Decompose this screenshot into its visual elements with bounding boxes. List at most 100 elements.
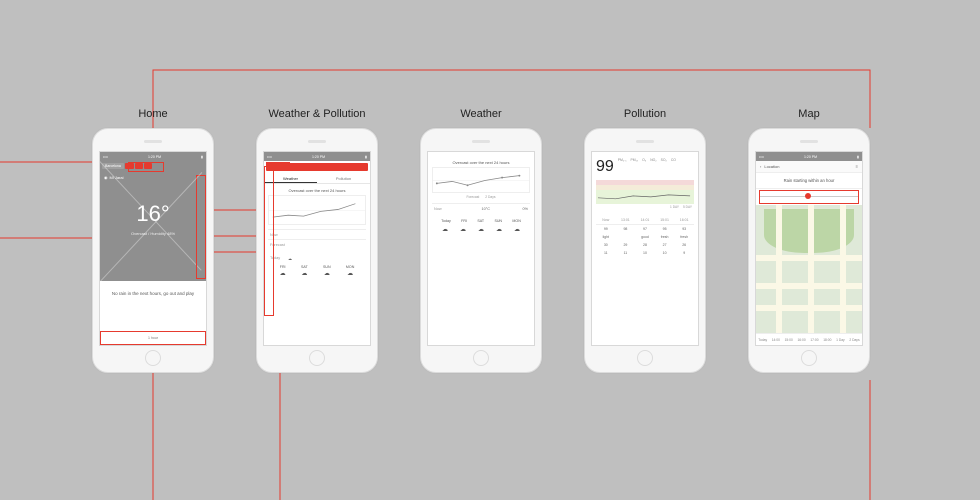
weather-rows: Now 10°C 0% bbox=[432, 203, 530, 213]
map-road bbox=[776, 205, 782, 333]
day-fri[interactable]: FRI☁ bbox=[280, 265, 286, 278]
location-label: Mi Jarai bbox=[110, 175, 124, 180]
wp-chart[interactable] bbox=[268, 195, 366, 225]
phone-home-button[interactable] bbox=[801, 350, 817, 366]
cell: fresh bbox=[674, 233, 694, 241]
screen-title-wp: Weather & Pollution bbox=[268, 108, 365, 120]
th-now: Now bbox=[596, 216, 616, 224]
icon-today: ☁ bbox=[442, 226, 448, 234]
status-time: 1:20 PM bbox=[148, 155, 161, 159]
location-pill[interactable]: ◉ Mi Jarai bbox=[104, 175, 124, 180]
home-hero[interactable]: Barcelona ◉ Mi Jarai 16° Overcast / Humi… bbox=[100, 161, 206, 281]
time-tick[interactable]: Today bbox=[758, 338, 767, 342]
weather-dayicons: ☁ ☁ ☁ ☁ ☁ bbox=[436, 226, 526, 234]
day-mon[interactable]: MON☁ bbox=[346, 265, 354, 278]
home-footer[interactable]: 1 hour bbox=[100, 331, 206, 345]
screen-title-home: Home bbox=[138, 108, 167, 120]
pollution-table-header: Now 13:01 14:01 15:01 16:01 bbox=[596, 216, 694, 225]
weather-chart[interactable] bbox=[432, 167, 530, 193]
time-tick[interactable]: 18:00 bbox=[823, 338, 831, 342]
map-road bbox=[840, 205, 846, 333]
seg-2[interactable] bbox=[135, 163, 143, 169]
cell: 97 bbox=[635, 225, 655, 233]
weather-dayhdr: Today FRI SAT SUN MON bbox=[436, 219, 526, 224]
day-sat[interactable]: SAT bbox=[477, 219, 484, 224]
cloud-icon: ☁ bbox=[280, 270, 286, 278]
col-map: Map •••• 1:20 PM ▮ ‹ Location ≡ Rain sta… bbox=[748, 108, 870, 373]
wp-tabs[interactable]: Weather Pollution bbox=[264, 173, 370, 184]
city-segments[interactable]: Barcelona bbox=[102, 163, 152, 169]
time-tick[interactable]: 2 Days bbox=[849, 338, 859, 342]
phone-home-button[interactable] bbox=[309, 350, 325, 366]
row-label: Now bbox=[434, 207, 452, 211]
phone-map: •••• 1:20 PM ▮ ‹ Location ≡ Rain startin… bbox=[748, 128, 870, 373]
time-tick[interactable]: 16:00 bbox=[797, 338, 805, 342]
phone-home-button[interactable] bbox=[637, 350, 653, 366]
map-slider[interactable] bbox=[760, 191, 858, 203]
map-search-bar[interactable]: ‹ Location ≡ bbox=[756, 161, 862, 173]
cell: good bbox=[635, 233, 655, 241]
phone-speaker bbox=[144, 140, 162, 143]
legend-forecast: Forecast bbox=[466, 195, 479, 199]
seg-3[interactable] bbox=[144, 163, 152, 169]
time-tick[interactable]: 14:00 bbox=[772, 338, 780, 342]
time-tick[interactable]: 17:00 bbox=[810, 338, 818, 342]
th-2: 14:01 bbox=[635, 216, 655, 224]
day-sat[interactable]: SAT☁ bbox=[301, 265, 308, 278]
chevron-left-icon[interactable]: ‹ bbox=[760, 164, 761, 169]
list-icon[interactable]: ≡ bbox=[856, 164, 858, 169]
row-precip: 0% bbox=[490, 207, 528, 211]
map-canvas[interactable] bbox=[756, 205, 862, 333]
weather-forecast: Today FRI SAT SUN MON ☁ ☁ ☁ ☁ ☁ bbox=[432, 219, 530, 234]
day-sun[interactable]: SUN bbox=[494, 219, 502, 224]
pollution-chart[interactable]: 1 DAY 5 DAY bbox=[596, 180, 694, 212]
seg-city[interactable]: Barcelona bbox=[102, 163, 124, 169]
reading-so2: SO₂ bbox=[661, 158, 667, 162]
phone-wp: •••• 1:20 PM ▮ Weather Pollution Overcas… bbox=[256, 128, 378, 373]
cloud-icon: ☁ bbox=[478, 226, 484, 234]
legend-1day[interactable]: 1 DAY bbox=[670, 205, 679, 209]
alert-banner[interactable] bbox=[266, 163, 368, 171]
battery-icon: ▮ bbox=[365, 155, 367, 159]
wp-today-row[interactable]: Today ☁ bbox=[268, 253, 366, 263]
legend-5day[interactable]: 5 DAY bbox=[683, 205, 692, 209]
wp-headline: Overcast over the next 24 hours bbox=[264, 188, 370, 193]
day-mon[interactable]: MON bbox=[512, 219, 520, 224]
weather-row-now[interactable]: Now 10°C 0% bbox=[432, 203, 530, 213]
phone-speaker bbox=[636, 140, 654, 143]
icon-sat: ☁ bbox=[478, 226, 484, 234]
day-fri[interactable]: FRI bbox=[461, 219, 467, 224]
phone-home-button[interactable] bbox=[145, 350, 161, 366]
cloud-icon: ☁ bbox=[323, 270, 331, 278]
screen-title-map: Map bbox=[798, 108, 819, 120]
cloud-icon: ☁ bbox=[496, 226, 502, 234]
cloud-icon: ☁ bbox=[514, 226, 520, 234]
map-timeline[interactable]: Today 14:00 15:00 16:00 17:00 18:00 1 Da… bbox=[756, 333, 862, 345]
wp-today-block: Today ☁ FRI☁ SAT☁ SUN☁ MON☁ bbox=[268, 253, 366, 278]
hotspot-wp-left[interactable] bbox=[264, 166, 274, 316]
day-label: FRI bbox=[461, 219, 467, 223]
wp-row-forecast[interactable]: Forecast bbox=[268, 239, 366, 249]
table-row: light good fresh fresh bbox=[596, 233, 694, 241]
status-bar: •••• 1:20 PM ▮ bbox=[100, 152, 206, 161]
today-col[interactable]: Today bbox=[441, 219, 451, 224]
wp-daybar[interactable]: FRI☁ SAT☁ SUN☁ MON☁ bbox=[272, 265, 362, 278]
icon-mon: ☁ bbox=[514, 226, 520, 234]
cloud-icon: ☁ bbox=[346, 270, 354, 278]
time-tick[interactable]: 1 Day bbox=[836, 338, 845, 342]
slider-knob[interactable] bbox=[805, 193, 811, 199]
day-sun[interactable]: SUN☁ bbox=[323, 265, 331, 278]
phone-home-button[interactable] bbox=[473, 350, 489, 366]
tab-pollution[interactable]: Pollution bbox=[317, 173, 370, 183]
wp-row-now[interactable]: Now bbox=[268, 229, 366, 239]
seg-active[interactable] bbox=[125, 163, 134, 169]
col-home: Home •••• 1:20 PM ▮ Barcelona bbox=[92, 108, 214, 373]
cloud-icon: ☁ bbox=[288, 256, 364, 261]
table-row: 30 29 28 27 26 bbox=[596, 241, 694, 249]
cell: 93 bbox=[674, 225, 694, 233]
time-tick[interactable]: 15:00 bbox=[785, 338, 793, 342]
cell: light bbox=[596, 233, 616, 241]
legend-2days: 2 Days bbox=[485, 195, 495, 199]
pollution-index: 99 bbox=[596, 158, 614, 176]
hotspot-home-right[interactable] bbox=[196, 175, 206, 279]
